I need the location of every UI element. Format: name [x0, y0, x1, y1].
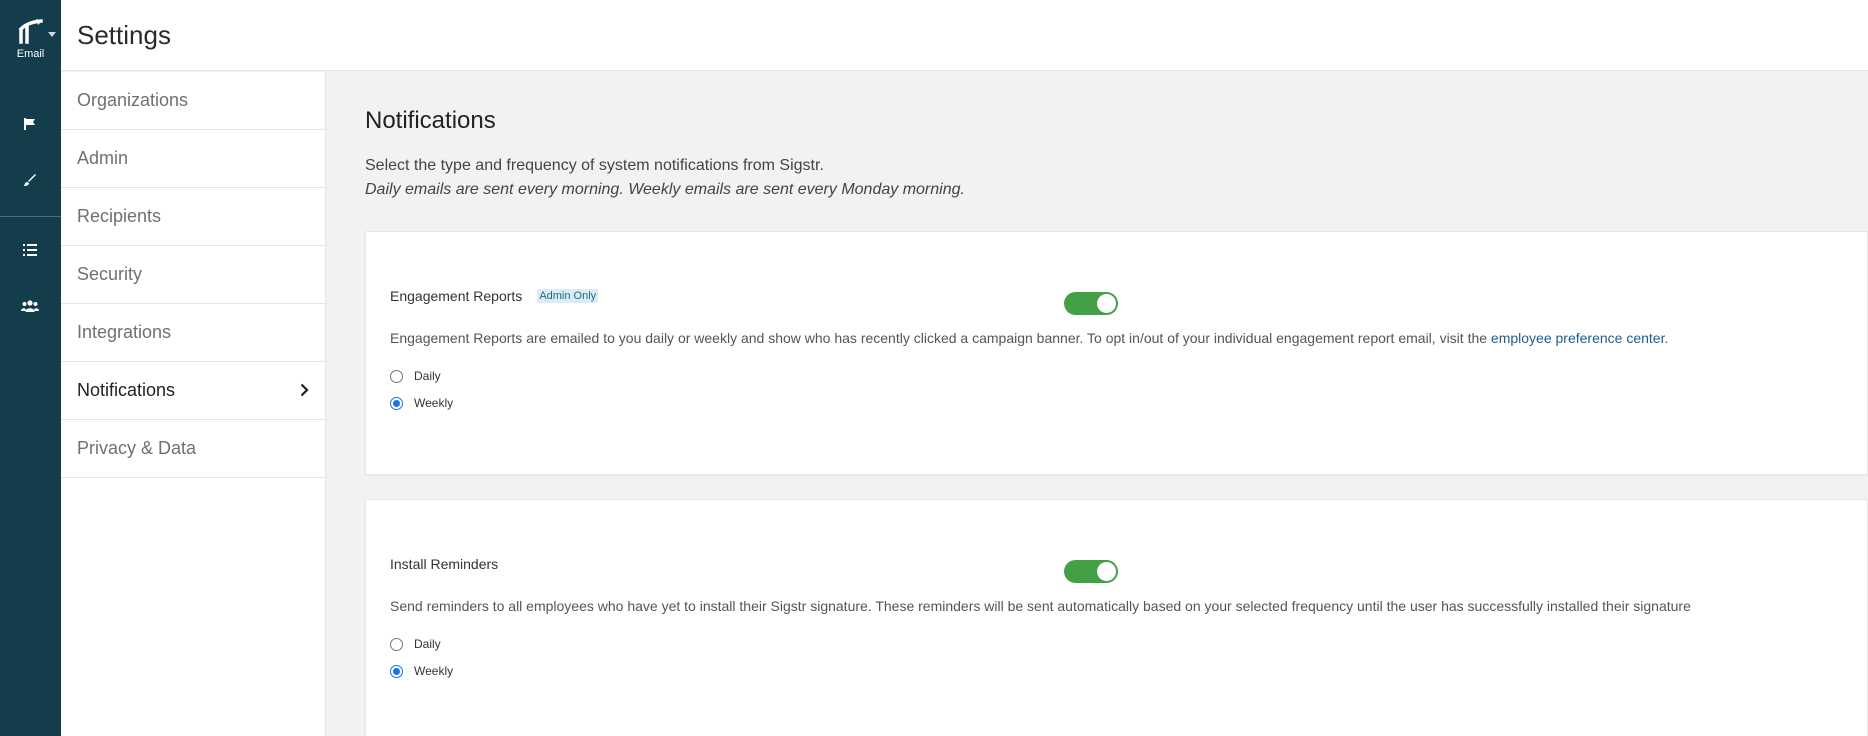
toggle-knob: [1097, 562, 1116, 581]
rail-divider: [0, 216, 61, 217]
radio-weekly-input[interactable]: [390, 664, 403, 678]
card-description-text: Engagement Reports are emailed to you da…: [390, 330, 1491, 346]
install-reminders-toggle[interactable]: [1064, 560, 1118, 583]
list-icon[interactable]: [18, 238, 42, 262]
install-reminders-card: Install Reminders Send reminders to all …: [365, 499, 1868, 736]
nav-item-admin[interactable]: Admin: [61, 130, 325, 188]
brush-icon[interactable]: [18, 168, 42, 192]
employee-preference-center-link[interactable]: employee preference center: [1491, 330, 1665, 346]
card-title: Install Reminders: [390, 556, 499, 572]
radio-daily-input[interactable]: [390, 637, 403, 651]
section-title: Notifications: [365, 107, 496, 134]
engagement-reports-card: Engagement Reports Admin Only Engagement…: [365, 231, 1868, 475]
nav-item-integrations[interactable]: Integrations: [61, 304, 325, 362]
radio-weekly-label: Weekly: [414, 664, 454, 678]
settings-nav: Organizations Admin Recipients Security …: [61, 72, 326, 736]
nav-item-security[interactable]: Security: [61, 246, 325, 304]
radio-daily-label: Daily: [414, 637, 441, 651]
nav-item-label: Integrations: [77, 322, 172, 342]
users-icon[interactable]: [18, 294, 42, 318]
nav-item-label: Security: [77, 264, 143, 284]
engagement-reports-toggle[interactable]: [1064, 292, 1118, 315]
app-rail: Email: [0, 0, 61, 736]
intro-line-1: Select the type and frequency of system …: [365, 157, 824, 174]
nav-item-label: Organizations: [77, 90, 189, 110]
intro-text: Select the type and frequency of system …: [365, 154, 965, 202]
radio-daily-label: Daily: [414, 369, 441, 383]
main-content: Notifications Select the type and freque…: [327, 72, 1868, 736]
flag-icon[interactable]: [18, 112, 42, 136]
nav-item-label: Privacy & Data: [77, 438, 197, 458]
admin-only-badge: Admin Only: [537, 289, 599, 303]
chevron-down-icon[interactable]: [48, 32, 56, 37]
card-description: Engagement Reports are emailed to you da…: [390, 330, 1668, 346]
nav-item-organizations[interactable]: Organizations: [61, 72, 325, 130]
sigstr-logo-icon: [18, 19, 43, 44]
radio-daily[interactable]: Daily: [390, 369, 441, 383]
card-title: Engagement Reports: [390, 288, 523, 304]
radio-weekly[interactable]: Weekly: [390, 664, 453, 678]
card-description-end: .: [1664, 330, 1669, 346]
nav-item-label: Notifications: [77, 380, 176, 400]
radio-daily[interactable]: Daily: [390, 637, 441, 651]
radio-weekly-input[interactable]: [390, 396, 403, 410]
radio-weekly-label: Weekly: [414, 396, 454, 410]
toggle-knob: [1097, 294, 1116, 313]
nav-item-label: Recipients: [77, 206, 162, 226]
nav-item-notifications[interactable]: Notifications: [61, 362, 325, 420]
app-switcher[interactable]: Email: [0, 18, 61, 60]
radio-daily-input[interactable]: [390, 369, 403, 383]
page-title: Settings: [77, 20, 171, 50]
nav-item-label: Admin: [77, 148, 129, 168]
radio-weekly[interactable]: Weekly: [390, 396, 453, 410]
nav-item-recipients[interactable]: Recipients: [61, 188, 325, 246]
app-switcher-label: Email: [16, 48, 45, 60]
chevron-right-icon: [300, 383, 309, 397]
nav-item-privacy-data[interactable]: Privacy & Data: [61, 420, 325, 478]
intro-line-2: Daily emails are sent every morning. Wee…: [365, 181, 965, 198]
card-description: Send reminders to all employees who have…: [390, 598, 1691, 614]
page-header: Settings: [61, 0, 1868, 71]
